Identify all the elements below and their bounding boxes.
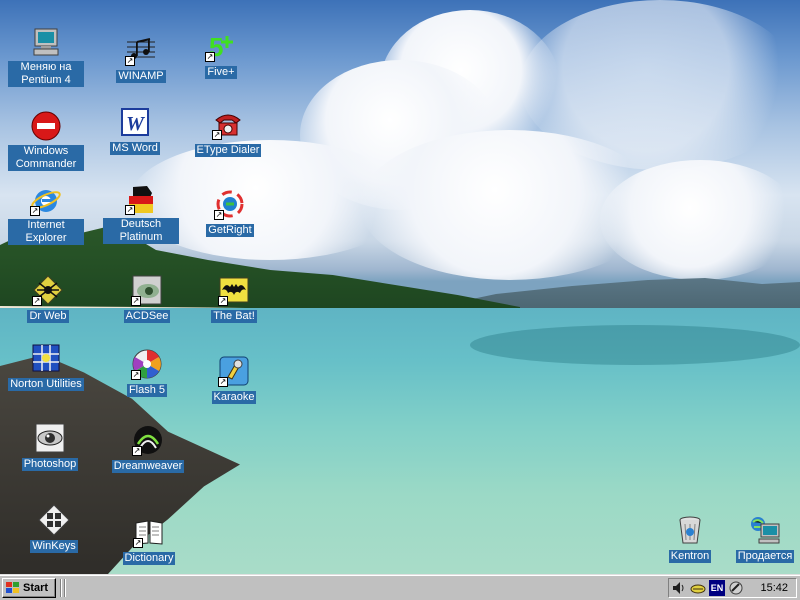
icon-label: Dreamweaver (111, 460, 185, 473)
icon-label: GetRight (206, 224, 254, 237)
icon-label: WINAMP (116, 70, 166, 83)
icon-label: Меняю на Pentium 4 (8, 61, 84, 87)
system-tray: EN 15:42 (668, 578, 797, 598)
shortcut-arrow-icon: ↗ (212, 130, 222, 140)
shortcut-arrow-icon: ↗ (132, 446, 142, 456)
desktop-icon-the-bat[interactable]: ↗ The Bat! (196, 274, 272, 324)
shortcut-arrow-icon: ↗ (214, 210, 224, 220)
desktop-icon-acdsee[interactable]: ↗ ACDSee (109, 274, 185, 324)
icon-label: EType Dialer (194, 144, 262, 157)
desktop-icon-winkeys[interactable]: WinKeys (16, 504, 92, 554)
icon-label: Windows Commander (8, 145, 84, 171)
icon-label: Five+ (205, 66, 237, 79)
icon-label: Deutsch Platinum (103, 218, 179, 244)
desktop-icon-five-plus[interactable]: 5 ↗ Five+ (183, 30, 259, 80)
clock[interactable]: 15:42 (760, 579, 788, 597)
start-button[interactable]: Start (2, 578, 56, 598)
icon-label: Продается (735, 550, 795, 563)
windows-logo-icon (6, 582, 19, 593)
photoshop-eye-icon (35, 423, 65, 453)
icon-label: MS Word (110, 142, 160, 155)
shortcut-arrow-icon: ↗ (218, 377, 228, 387)
shortcut-arrow-icon: ↗ (218, 296, 228, 306)
desktop-icon-ms-word[interactable]: W MS Word (97, 106, 173, 156)
taskbar: Start EN 15:42 (0, 574, 800, 600)
shortcut-arrow-icon: ↗ (131, 296, 141, 306)
icon-label: ACDSee (123, 310, 171, 323)
icon-label: Dr Web (27, 310, 69, 323)
icon-label: WinKeys (30, 540, 78, 553)
desktop-icon-etype-dialer[interactable]: ↗ EType Dialer (190, 108, 266, 158)
shortcut-arrow-icon: ↗ (133, 538, 143, 548)
network-computer-icon (751, 517, 780, 544)
cloud-network-icon[interactable] (690, 580, 706, 596)
start-label: Start (23, 582, 49, 594)
recycle-bin-icon (679, 516, 701, 544)
desktop-icon-dictionary[interactable]: ↗ Dictionary (111, 516, 187, 566)
shortcut-arrow-icon: ↗ (205, 52, 215, 62)
desktop-icon-windows-commander[interactable]: Windows Commander (8, 110, 84, 172)
desktop-icon-internet-explorer[interactable]: ↗ Internet Explorer (8, 184, 84, 246)
desktop-icon-norton-utilities[interactable]: Norton Utilities (8, 342, 84, 392)
shortcut-arrow-icon: ↗ (131, 370, 141, 380)
norton-utilities-icon (32, 344, 60, 372)
volume-icon[interactable] (671, 580, 687, 596)
dialer-icon[interactable] (728, 580, 744, 596)
desktop-icon-flash-5[interactable]: ↗ Flash 5 (109, 348, 185, 398)
desktop-icon-dreamweaver[interactable]: ↗ Dreamweaver (110, 424, 186, 474)
desktop-icon-karaoke[interactable]: ↗ Karaoke (196, 355, 272, 405)
sea-shadow (470, 325, 800, 365)
cloud (520, 0, 800, 170)
word-icon: W (121, 108, 149, 136)
icon-label: Flash 5 (126, 384, 168, 397)
desktop-icon-photoshop[interactable]: Photoshop (12, 422, 88, 472)
icon-label: Dictionary (122, 552, 176, 565)
shortcut-arrow-icon: ↗ (125, 205, 135, 215)
icon-label: The Bat! (211, 310, 257, 323)
taskbar-separator (60, 579, 62, 597)
desktop-icon-my-computer[interactable]: Меняю на Pentium 4 (8, 26, 84, 88)
cloud (600, 160, 800, 280)
shortcut-arrow-icon: ↗ (125, 56, 135, 66)
svg-text:W: W (126, 113, 145, 135)
shortcut-arrow-icon: ↗ (32, 296, 42, 306)
desktop-icon-dr-web[interactable]: ↗ Dr Web (10, 274, 86, 324)
desktop-icon-winamp[interactable]: ↗ WINAMP (103, 34, 179, 84)
shortcut-arrow-icon: ↗ (30, 206, 40, 216)
my-computer-icon (33, 28, 59, 56)
icon-label: Karaoke (211, 391, 257, 404)
desktop-icon-network-computer[interactable]: Продается (727, 514, 800, 564)
desktop-icon-deutsch-platinum[interactable]: ↗ Deutsch Platinum (103, 183, 179, 245)
desktop-icon-getright[interactable]: ↗ GetRight (192, 188, 268, 238)
icon-label: Photoshop (21, 458, 79, 471)
no-entry-icon (31, 111, 61, 141)
taskbar-separator[interactable] (64, 579, 66, 597)
winkeys-icon (38, 504, 70, 536)
desktop-icon-recycle-bin[interactable]: Kentron (652, 514, 728, 564)
desktop-wallpaper: Меняю на Pentium 4 Windows Commander ↗ I… (0, 0, 800, 574)
language-indicator[interactable]: EN (709, 580, 725, 596)
icon-label: Norton Utilities (8, 378, 84, 391)
icon-label: Kentron (668, 550, 712, 563)
icon-label: Internet Explorer (8, 219, 84, 245)
